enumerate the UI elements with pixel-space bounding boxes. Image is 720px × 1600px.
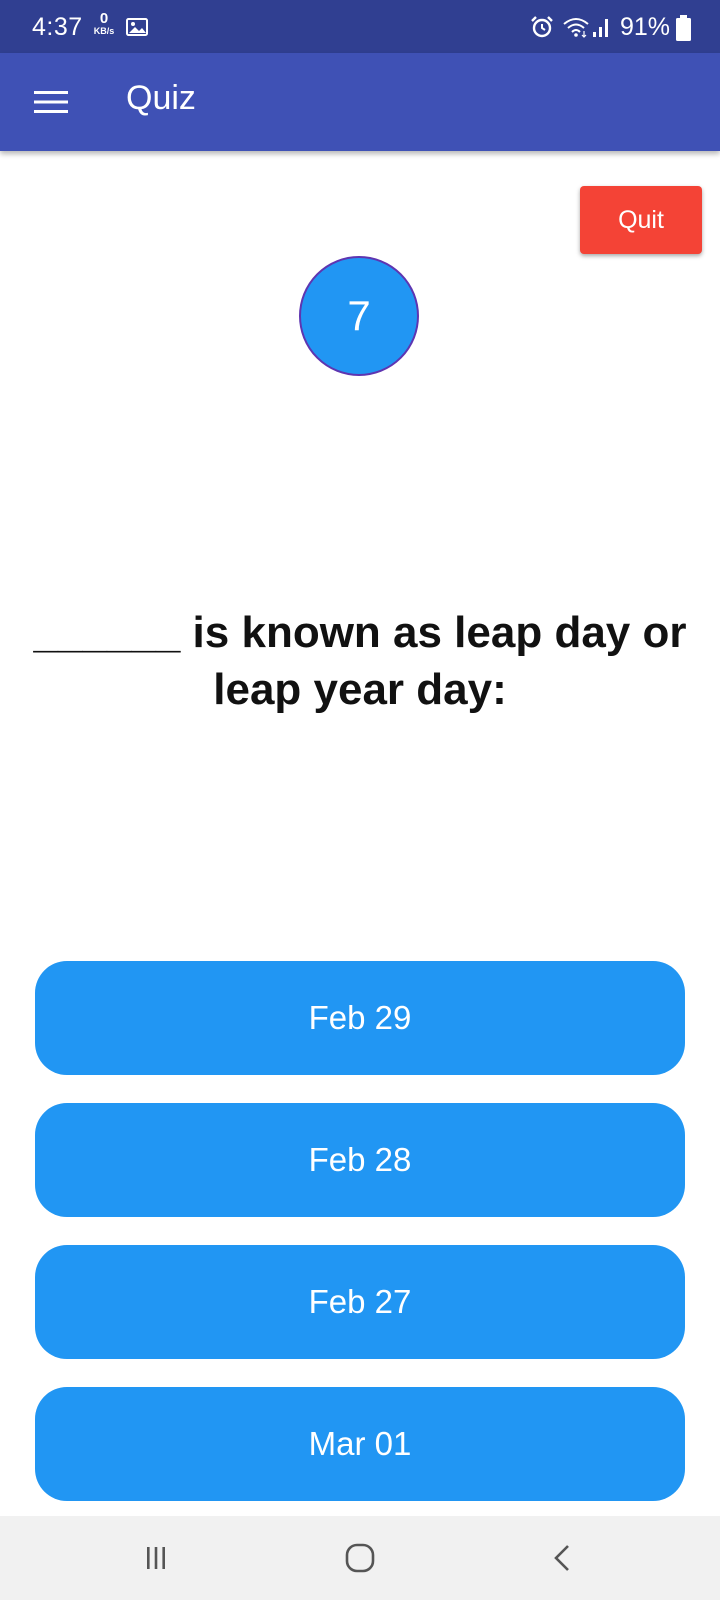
answer-option-3[interactable]: Feb 27: [35, 1245, 685, 1359]
wifi-icon: [563, 18, 589, 38]
signal-icon: [593, 19, 608, 37]
status-time: 4:37: [32, 13, 83, 41]
network-speed-unit: KB/s: [93, 26, 115, 36]
recents-icon[interactable]: [143, 1541, 169, 1575]
battery-percent: 91%: [620, 13, 671, 41]
network-speed-value: 0: [99, 10, 109, 27]
battery-icon: [676, 15, 691, 41]
question-text: ______ is known as leap day or leap year…: [33, 608, 687, 714]
answer-option-4[interactable]: Mar 01: [35, 1387, 685, 1501]
system-nav-bar: [0, 1516, 720, 1600]
question-timer: 7: [299, 256, 419, 376]
answer-option-1[interactable]: Feb 29: [35, 961, 685, 1075]
status-bar: 4:37 0 KB/s 91%: [0, 0, 720, 53]
app-bar: Quiz: [0, 53, 720, 151]
hamburger-menu-icon[interactable]: [34, 88, 68, 116]
back-icon[interactable]: [551, 1541, 573, 1575]
quit-button[interactable]: Quit: [580, 186, 702, 254]
image-icon: [126, 18, 148, 36]
answer-option-2[interactable]: Feb 28: [35, 1103, 685, 1217]
app-title: Quiz: [126, 79, 196, 117]
home-icon[interactable]: [343, 1541, 377, 1575]
network-speed: 0 KB/s: [90, 11, 118, 36]
alarm-icon: [531, 16, 553, 38]
